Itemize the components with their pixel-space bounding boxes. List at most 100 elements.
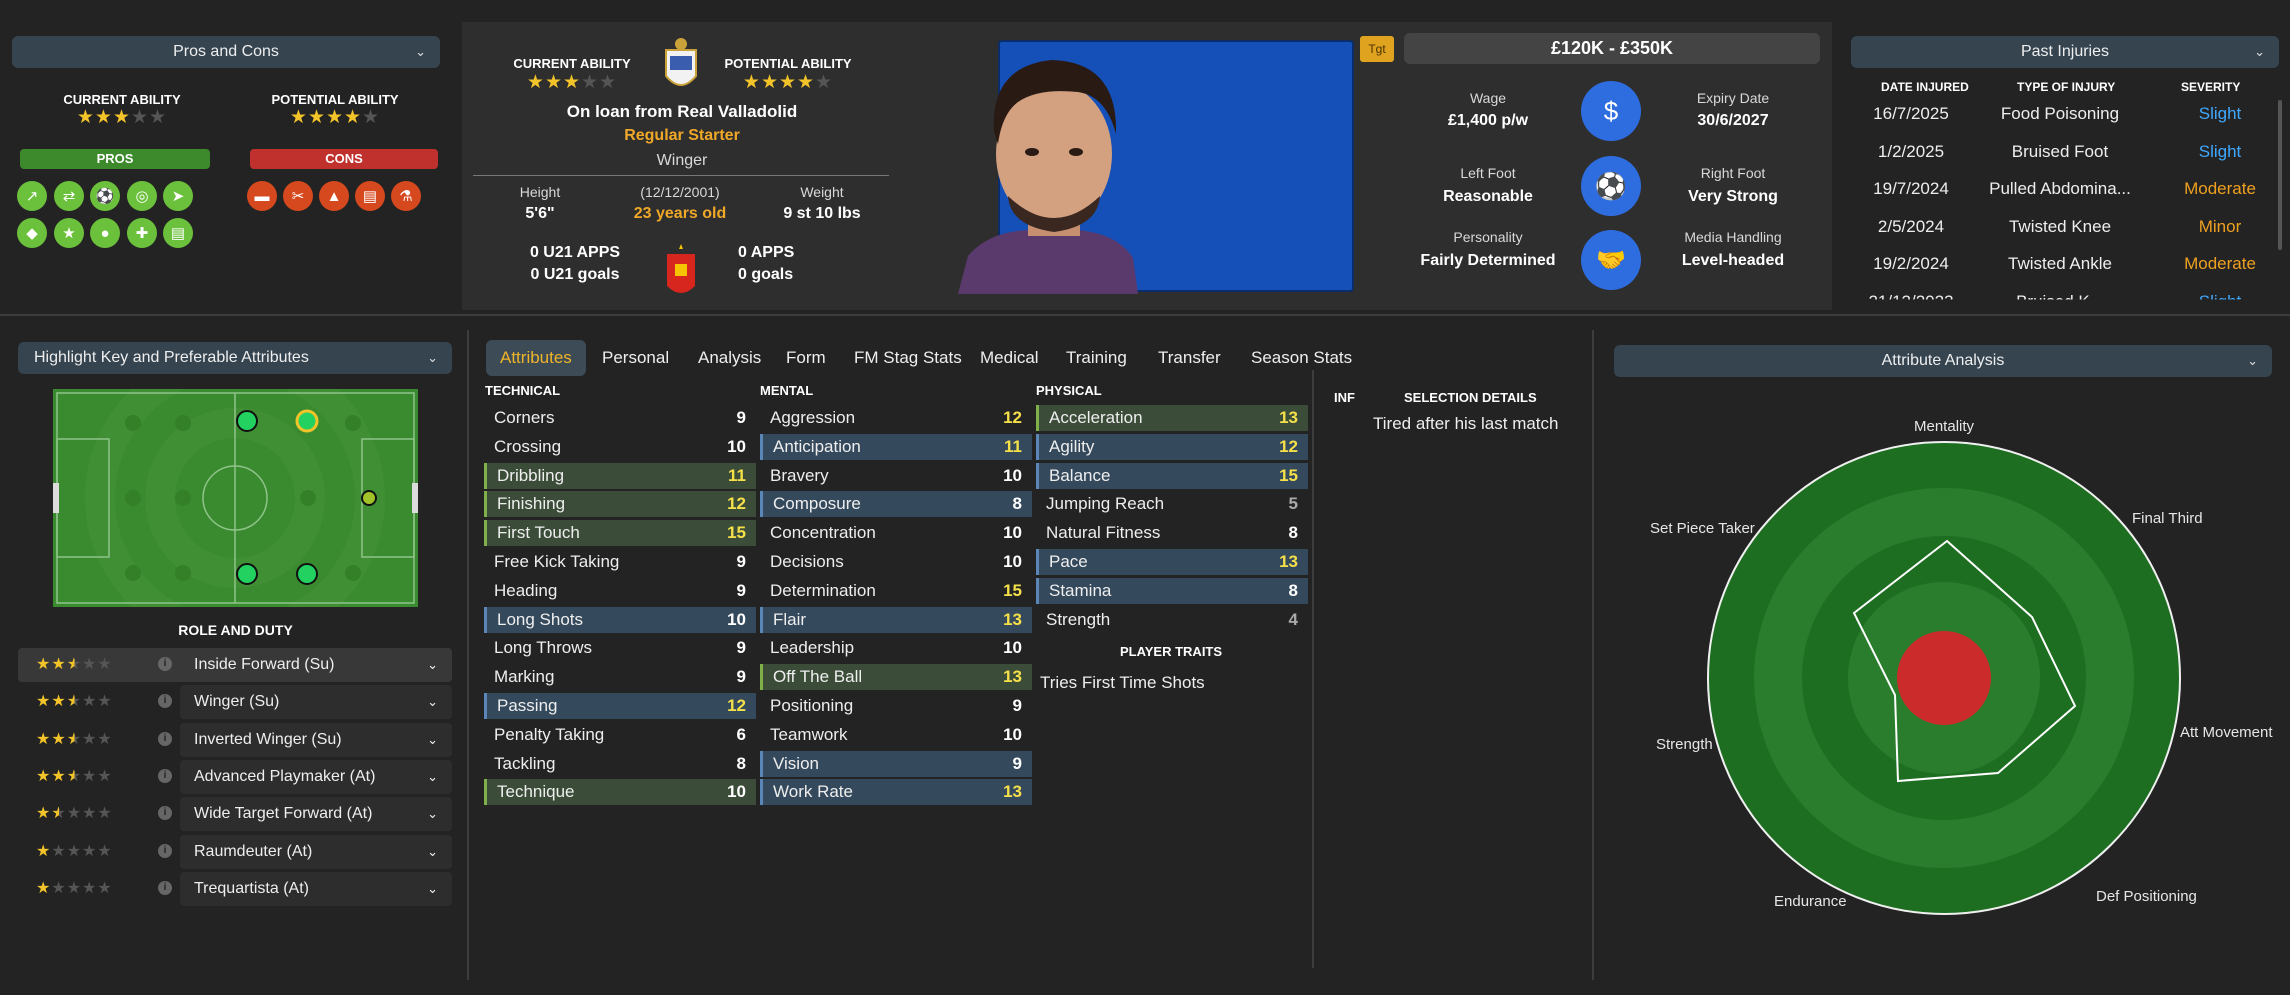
brain-icon[interactable]: ● [90, 218, 120, 248]
attribute-row-decisions[interactable]: Decisions 10 [760, 549, 1032, 575]
flask-icon[interactable]: ⚗ [391, 181, 421, 211]
boot-icon[interactable]: ◆ [17, 218, 47, 248]
ball-icon[interactable]: ⚽ [90, 181, 120, 211]
attribute-row-off-the-ball[interactable]: Off The Ball 13 [760, 664, 1032, 691]
injury-scrollbar[interactable] [2278, 100, 2282, 250]
attribute-row-penalty-taking[interactable]: Penalty Taking 6 [484, 722, 756, 748]
tab-analysis[interactable]: Analysis [684, 340, 775, 376]
target-button[interactable]: Tgt [1360, 36, 1394, 62]
attribute-name: Work Rate [773, 782, 853, 802]
attribute-row-agility[interactable]: Agility 12 [1036, 433, 1308, 460]
attribute-row-leadership[interactable]: Leadership 10 [760, 635, 1032, 661]
injury-severity: Moderate [2184, 254, 2256, 273]
attribute-value: 9 [736, 667, 746, 687]
tab-training[interactable]: Training [1052, 340, 1141, 376]
clipboard-icon[interactable]: ▤ [163, 218, 193, 248]
attribute-row-strength[interactable]: Strength 4 [1036, 607, 1308, 633]
attribute-row-stamina[interactable]: Stamina 8 [1036, 577, 1308, 604]
attribute-row-finishing[interactable]: Finishing 12 [484, 491, 756, 518]
profile-divider [473, 175, 889, 176]
attribute-row-anticipation[interactable]: Anticipation 11 [760, 433, 1032, 460]
role-select[interactable]: Raumdeuter (At) ⌄ [180, 834, 452, 869]
attribute-row-pace[interactable]: Pace 13 [1036, 549, 1308, 575]
tab-personal[interactable]: Personal [588, 340, 683, 376]
attribute-row-passing[interactable]: Passing 12 [484, 693, 756, 719]
tab-fm-stag-stats[interactable]: FM Stag Stats [840, 340, 976, 376]
notes-icon[interactable]: ▤ [355, 181, 385, 211]
attribute-row-positioning[interactable]: Positioning 9 [760, 693, 1032, 719]
info-icon[interactable]: i [158, 806, 172, 821]
attribute-row-crossing[interactable]: Crossing 10 [484, 434, 756, 460]
right-foot-label: Right Foot [1700, 165, 1766, 181]
role-select[interactable]: Wide Target Forward (At) ⌄ [180, 797, 452, 832]
dumbbell-icon[interactable]: ▬ [247, 181, 277, 211]
cone-icon[interactable]: ▲ [319, 181, 349, 211]
attribute-row-acceleration[interactable]: Acceleration 13 [1036, 405, 1308, 431]
potential-ability-stars: ★★★★★ [289, 107, 381, 128]
info-icon[interactable]: i [158, 731, 172, 746]
info-icon[interactable]: i [158, 768, 172, 783]
role-row[interactable]: ★★★★★ i Trequartista (At) ⌄ [18, 871, 452, 906]
attribute-row-dribbling[interactable]: Dribbling 11 [484, 462, 756, 489]
attribute-row-natural-fitness[interactable]: Natural Fitness 8 [1036, 520, 1308, 546]
tab-attributes[interactable]: Attributes [486, 340, 586, 376]
attribute-name: Penalty Taking [494, 724, 605, 744]
info-icon[interactable]: i [158, 694, 172, 709]
attribute-row-technique[interactable]: Technique 10 [484, 779, 756, 806]
role-row[interactable]: ★★★★★ i Winger (Su) ⌄ [18, 685, 452, 720]
attribute-row-first-touch[interactable]: First Touch 15 [484, 520, 756, 547]
attribute-row-work-rate[interactable]: Work Rate 13 [760, 779, 1032, 806]
injury-date: 16/7/2025 [1873, 104, 1949, 123]
role-select[interactable]: Trequartista (At) ⌄ [180, 871, 452, 906]
bandage-icon[interactable]: ✚ [127, 218, 157, 248]
role-select[interactable]: Winger (Su) ⌄ [180, 685, 452, 720]
highlight-dropdown[interactable]: Highlight Key and Preferable Attributes … [18, 342, 452, 374]
role-row[interactable]: ★★★★★ i Inside Forward (Su) ⌄ [18, 648, 452, 682]
attribute-row-composure[interactable]: Composure 8 [760, 491, 1032, 518]
run-icon[interactable]: ➤ [163, 181, 193, 211]
attribute-row-determination[interactable]: Determination 15 [760, 578, 1032, 604]
attribute-row-teamwork[interactable]: Teamwork 10 [760, 722, 1032, 748]
attribute-row-concentration[interactable]: Concentration 10 [760, 520, 1032, 546]
scissors-icon[interactable]: ✂ [283, 181, 313, 211]
trend-up-icon[interactable]: ↗ [17, 181, 47, 211]
attribute-row-bravery[interactable]: Bravery 10 [760, 463, 1032, 489]
role-row[interactable]: ★★★★★ i Raumdeuter (At) ⌄ [18, 834, 452, 869]
past-injuries-dropdown[interactable]: Past Injuries ⌄ [1851, 36, 2279, 68]
attribute-row-long-shots[interactable]: Long Shots 10 [484, 606, 756, 633]
attribute-row-tackling[interactable]: Tackling 8 [484, 751, 756, 777]
role-select[interactable]: Inverted Winger (Su) ⌄ [180, 722, 452, 757]
role-row[interactable]: ★★★★★ i Advanced Playmaker (At) ⌄ [18, 759, 452, 794]
attribute-row-corners[interactable]: Corners 9 [484, 405, 756, 431]
tab-transfer[interactable]: Transfer [1144, 340, 1235, 376]
attribute-row-aggression[interactable]: Aggression 12 [760, 405, 1032, 431]
attribute-row-flair[interactable]: Flair 13 [760, 606, 1032, 633]
tab-season-stats[interactable]: Season Stats [1237, 340, 1366, 376]
info-icon[interactable]: i [158, 657, 172, 671]
attribute-row-free-kick-taking[interactable]: Free Kick Taking 9 [484, 549, 756, 575]
tab-medical[interactable]: Medical [966, 340, 1053, 376]
attribute-row-jumping-reach[interactable]: Jumping Reach 5 [1036, 491, 1308, 517]
pros-cons-dropdown[interactable]: Pros and Cons ⌄ [12, 36, 440, 68]
attribute-row-balance[interactable]: Balance 15 [1036, 462, 1308, 489]
attribute-analysis-dropdown[interactable]: Attribute Analysis ⌄ [1614, 345, 2272, 377]
info-icon[interactable]: i [158, 880, 172, 895]
attribute-row-long-throws[interactable]: Long Throws 9 [484, 635, 756, 661]
role-row[interactable]: ★★★★★ i Wide Target Forward (At) ⌄ [18, 797, 452, 832]
attribute-row-heading[interactable]: Heading 9 [484, 578, 756, 604]
role-select[interactable]: Inside Forward (Su) ⌄ [180, 648, 452, 682]
role-row[interactable]: ★★★★★ i Inverted Winger (Su) ⌄ [18, 722, 452, 757]
target-icon[interactable]: ◎ [127, 181, 157, 211]
transfer-value: £120K - £350K [1550, 38, 1674, 58]
info-icon[interactable]: i [158, 843, 172, 858]
role-select[interactable]: Advanced Playmaker (At) ⌄ [180, 759, 452, 794]
handshake-icon[interactable]: ⇄ [54, 181, 84, 211]
attribute-value: 15 [727, 523, 746, 543]
attribute-row-vision[interactable]: Vision 9 [760, 750, 1032, 777]
attribute-value: 8 [736, 753, 746, 773]
tab-form[interactable]: Form [772, 340, 840, 376]
star-icon[interactable]: ★ [54, 218, 84, 248]
attribute-value: 10 [1003, 724, 1022, 744]
attribute-row-marking[interactable]: Marking 9 [484, 664, 756, 690]
loan-text: On loan from Real Valladolid [566, 102, 798, 121]
